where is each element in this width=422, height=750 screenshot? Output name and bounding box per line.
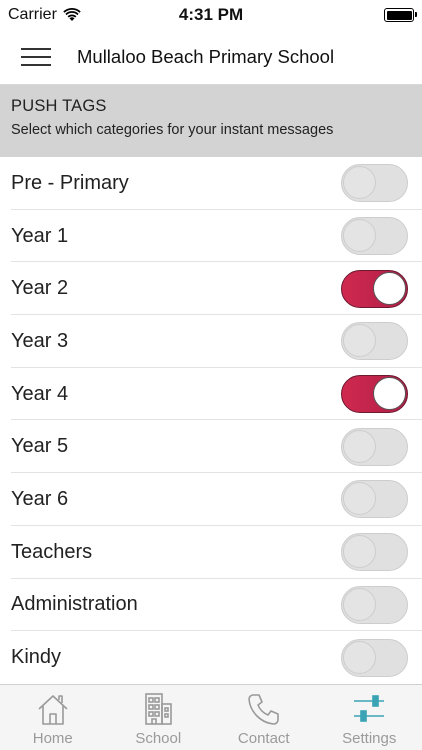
- tag-toggle-year-6[interactable]: [341, 480, 408, 519]
- tag-row-year-3: Year 3: [0, 315, 422, 368]
- tab-label: Contact: [237, 730, 290, 747]
- tag-row-year-4: Year 4: [0, 368, 422, 421]
- tag-label: Year 3: [11, 329, 69, 352]
- tag-row-year-2: Year 2: [0, 262, 422, 315]
- section-subtitle: Select which categories for your instant…: [11, 122, 334, 138]
- school-building-icon: [145, 693, 173, 725]
- tag-label: Year 2: [11, 277, 69, 300]
- tag-row-kindy: Kindy: [0, 631, 422, 684]
- tag-label: Administration: [11, 593, 138, 616]
- tag-label: Year 6: [11, 487, 69, 510]
- tag-list: Pre - Primary Year 1 Year 2 Year 3 Year …: [0, 157, 422, 684]
- tag-toggle-year-1[interactable]: [341, 217, 408, 256]
- tag-row-administration: Administration: [0, 579, 422, 632]
- push-tags-header: PUSH TAGS Select which categories for yo…: [0, 85, 422, 157]
- tag-row-pre-primary: Pre - Primary: [0, 157, 422, 210]
- tag-label: Year 1: [11, 224, 69, 247]
- wifi-icon: [63, 8, 81, 21]
- tag-row-year-1: Year 1: [0, 210, 422, 263]
- tag-toggle-teachers[interactable]: [341, 533, 408, 572]
- tab-label: School: [135, 730, 182, 747]
- tag-label: Pre - Primary: [11, 171, 129, 194]
- section-title: PUSH TAGS: [11, 97, 107, 115]
- menu-icon[interactable]: [21, 46, 51, 68]
- page-title: Mullaloo Beach Primary School: [77, 46, 335, 67]
- nav-bar: Mullaloo Beach Primary School: [0, 30, 422, 85]
- tag-toggle-year-5[interactable]: [341, 427, 408, 466]
- status-left: Carrier: [8, 6, 81, 24]
- tag-label: Year 5: [11, 435, 69, 458]
- tag-toggle-year-2[interactable]: [341, 269, 408, 308]
- tag-label: Kindy: [11, 646, 62, 669]
- tab-label: Settings: [342, 730, 397, 747]
- status-bar: Carrier 4:31 PM: [0, 0, 422, 30]
- tag-toggle-kindy[interactable]: [341, 638, 408, 677]
- tag-toggle-year-4[interactable]: [341, 375, 408, 414]
- phone-icon: [247, 694, 279, 725]
- carrier-label: Carrier: [8, 6, 57, 23]
- tab-school[interactable]: School: [106, 685, 212, 750]
- tag-toggle-administration[interactable]: [341, 585, 408, 624]
- tab-settings[interactable]: Settings: [317, 685, 422, 750]
- tab-home[interactable]: Home: [0, 685, 106, 750]
- battery-icon: [384, 8, 417, 22]
- tag-toggle-year-3[interactable]: [341, 322, 408, 361]
- sliders-icon: [354, 695, 385, 722]
- tab-bar: Home School Contact Settings: [0, 684, 422, 750]
- tag-row-teachers: Teachers: [0, 526, 422, 579]
- tag-toggle-pre-primary[interactable]: [341, 164, 408, 203]
- tag-label: Year 4: [11, 382, 69, 405]
- tag-row-year-5: Year 5: [0, 420, 422, 473]
- home-icon: [38, 695, 68, 725]
- tag-label: Teachers: [11, 540, 93, 563]
- tab-label: Home: [32, 730, 73, 747]
- tab-contact[interactable]: Contact: [211, 685, 317, 750]
- tag-row-year-6: Year 6: [0, 473, 422, 526]
